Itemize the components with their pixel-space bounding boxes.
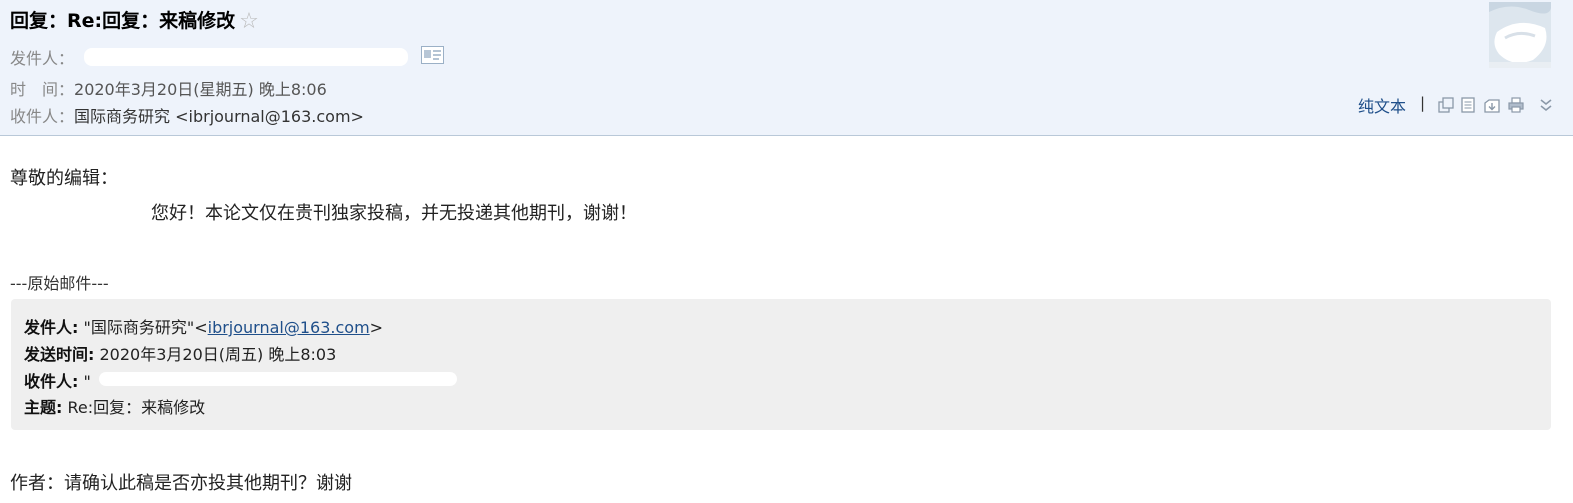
original-from-name: "国际商务研究"< <box>78 318 208 337</box>
original-from-close: > <box>369 318 384 337</box>
original-to-redaction <box>99 372 457 386</box>
contact-card-icon[interactable] <box>421 46 444 64</box>
new-window-icon[interactable] <box>1438 97 1454 113</box>
time-value: 2020年3月20日(星期五) 晚上8:06 <box>74 80 327 99</box>
original-from-label: 发件人: <box>24 318 79 337</box>
recipient-label: 收件人： <box>10 107 75 126</box>
original-to-value: " <box>78 372 91 391</box>
original-to-row: 收件人: " <box>24 368 91 392</box>
original-subject-label: 主题: <box>24 398 63 417</box>
original-subject-value: Re:回复：来稿修改 <box>62 398 206 417</box>
original-from-email[interactable]: ibrjournal@163.com <box>208 318 370 337</box>
time-label: 时 间： <box>10 80 75 99</box>
star-icon[interactable]: ☆ <box>239 9 259 34</box>
more-chevron-icon[interactable] <box>1538 97 1554 113</box>
recipient-row: 收件人：国际商务研究 <ibrjournal@163.com> <box>10 103 364 127</box>
sender-redaction <box>84 48 408 66</box>
mail-subject: 回复：Re:回复：来稿修改 ☆ <box>10 6 259 34</box>
sender-row: 发件人： <box>10 45 74 69</box>
original-sent-row: 发送时间: 2020年3月20日(周五) 晚上8:03 <box>24 341 336 365</box>
time-row: 时 间：2020年3月20日(星期五) 晚上8:06 <box>10 76 327 100</box>
document-icon[interactable] <box>1460 97 1476 113</box>
original-mail-box: 发件人: "国际商务研究"<ibrjournal@163.com> 发送时间: … <box>11 299 1551 430</box>
sender-label: 发件人： <box>10 49 75 68</box>
quoted-text: 作者：请确认此稿是否亦投其他期刊？谢谢 <box>10 473 352 494</box>
avatar[interactable] <box>1489 2 1551 68</box>
print-icon[interactable] <box>1508 97 1524 113</box>
action-separator: | <box>1420 94 1426 112</box>
original-mail-divider: ---原始邮件--- <box>10 274 109 293</box>
plain-text-link[interactable]: 纯文本 <box>1358 93 1406 117</box>
mail-header: 回复：Re:回复：来稿修改 ☆ 发件人： 时 间：2020年3月20日(星期五) … <box>0 0 1573 136</box>
original-from-row: 发件人: "国际商务研究"<ibrjournal@163.com> <box>24 314 383 338</box>
greeting: 尊敬的编辑： <box>10 168 118 189</box>
original-to-label: 收件人: <box>24 372 79 391</box>
mail-subject-text: 回复：Re:回复：来稿修改 <box>10 10 236 32</box>
original-sent-label: 发送时间: <box>24 345 95 364</box>
download-icon[interactable] <box>1484 97 1500 113</box>
message-text: 您好！本论文仅在贵刊独家投稿，并无投递其他期刊，谢谢！ <box>151 203 637 224</box>
recipient-value[interactable]: 国际商务研究 <ibrjournal@163.com> <box>74 107 364 126</box>
original-subject-row: 主题: Re:回复：来稿修改 <box>24 394 205 418</box>
original-sent-value: 2020年3月20日(周五) 晚上8:03 <box>94 345 337 364</box>
